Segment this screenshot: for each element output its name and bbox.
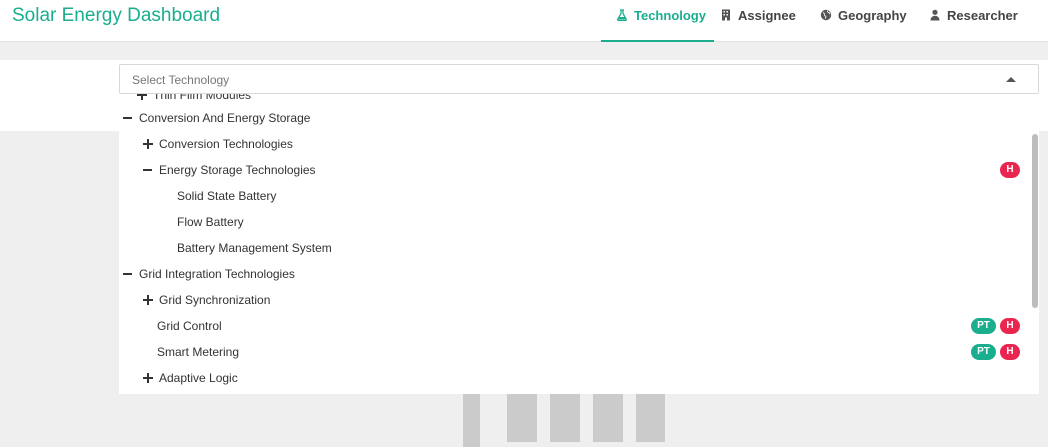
tree-item-label: Adaptive Logic (159, 371, 238, 385)
tree-item-label: Flow Battery (177, 215, 244, 229)
user-icon (930, 9, 940, 21)
technology-select[interactable]: Select Technology (119, 64, 1039, 94)
chart-bar (593, 394, 623, 442)
tree-item[interactable]: Thin Film Modules (119, 94, 1019, 105)
tree-item-label: Conversion And Energy Storage (139, 111, 311, 125)
expand-icon[interactable] (143, 295, 153, 305)
tree-item[interactable]: Conversion And Energy Storage (119, 105, 1019, 131)
collapse-icon[interactable] (123, 269, 133, 279)
select-placeholder: Select Technology (132, 73, 230, 87)
globe-icon (820, 9, 832, 21)
tab-researcher[interactable]: Researcher (929, 0, 1019, 42)
badge-group: H (1000, 162, 1020, 178)
tree-item[interactable]: Energy Storage Technologies H (119, 157, 1020, 183)
caret-up-icon[interactable] (1006, 77, 1016, 82)
tree-item-label: Grid Integration Technologies (139, 267, 295, 281)
badge-group: PT H (971, 344, 1020, 360)
tree-item-label: Grid Synchronization (159, 293, 271, 307)
building-icon (722, 9, 730, 21)
chart-bar (463, 394, 480, 447)
tab-geography[interactable]: Geography (820, 0, 910, 42)
tree-item[interactable]: Solid State Battery (119, 183, 1019, 209)
tab-label: Technology (634, 8, 706, 23)
tab-label: Researcher (947, 8, 1018, 23)
top-bar: Solar Energy Dashboard Technology Assign… (0, 0, 1048, 42)
tree-item[interactable]: Grid Control PT H (119, 313, 1020, 339)
tree-item-label: Smart Metering (157, 345, 240, 359)
tab-label: Geography (838, 8, 907, 23)
tree-item[interactable]: Smart Metering PT H (119, 339, 1020, 365)
tab-assignee[interactable]: Assignee (720, 0, 800, 42)
badge-h: H (1000, 318, 1020, 334)
tree-item[interactable]: Adaptive Logic (119, 365, 1019, 391)
badge-h: H (1000, 162, 1020, 178)
flask-icon (617, 9, 627, 21)
app-title: Solar Energy Dashboard (12, 5, 221, 26)
tree-item-label: Energy Storage Technologies (159, 163, 316, 177)
tree-item[interactable]: Battery Management System (119, 235, 1019, 261)
tree-item-label: Thin Film Modules (153, 94, 252, 102)
tree-item[interactable]: Flow Battery (119, 209, 1019, 235)
technology-tree-dropdown[interactable]: Thin Film Modules Conversion And Energy … (119, 94, 1039, 394)
collapse-icon[interactable] (143, 165, 153, 175)
tab-technology[interactable]: Technology (601, 0, 714, 42)
expand-icon[interactable] (143, 373, 153, 383)
badge-pt: PT (971, 318, 996, 334)
chart-bar (507, 394, 537, 442)
expand-icon[interactable] (143, 139, 153, 149)
badge-pt: PT (971, 344, 996, 360)
badge-group: PT H (971, 318, 1020, 334)
tree-item[interactable]: Conversion Technologies (119, 131, 1019, 157)
tab-label: Assignee (738, 8, 796, 23)
expand-icon[interactable] (137, 94, 147, 100)
chart-bar (636, 394, 665, 442)
collapse-icon[interactable] (123, 113, 133, 123)
tree-item[interactable]: Grid Synchronization (119, 287, 1019, 313)
tree-item-label: Battery Management System (177, 241, 332, 255)
tree-item-label: Grid Control (157, 319, 222, 333)
tree-item[interactable]: Grid Integration Technologies (119, 261, 1019, 287)
badge-h: H (1000, 344, 1020, 360)
dropdown-scrollbar[interactable] (1032, 134, 1038, 308)
tree-item-label: Conversion Technologies (159, 137, 293, 151)
chart-bar (550, 394, 580, 442)
tree-item-label: Solid State Battery (177, 189, 277, 203)
